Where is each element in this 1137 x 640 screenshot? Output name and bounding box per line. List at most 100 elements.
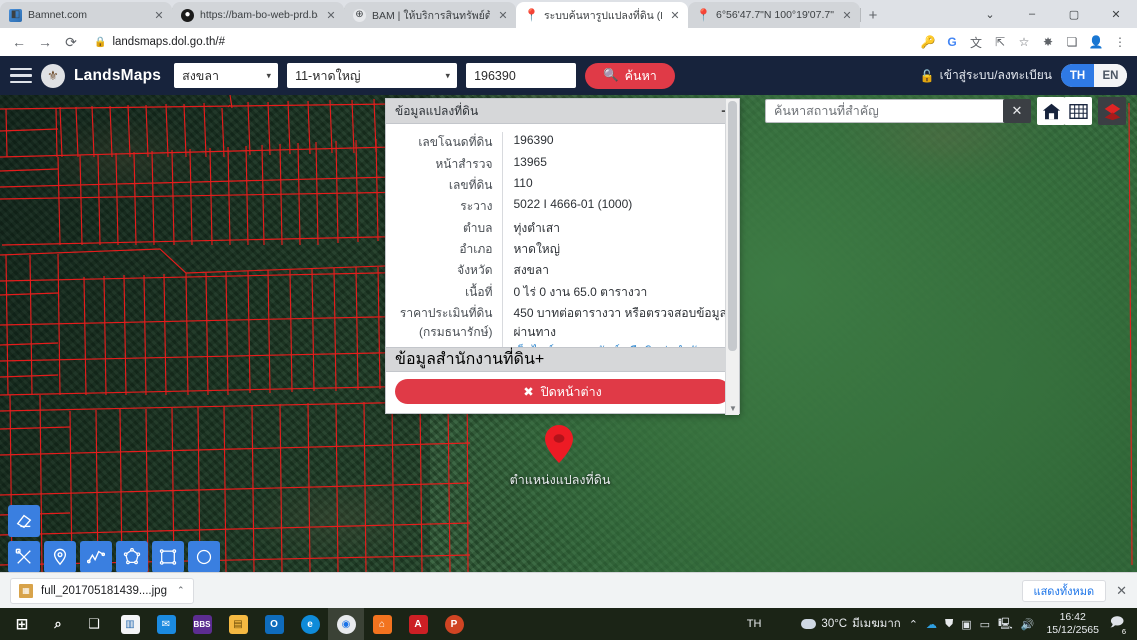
- circle-tool-button[interactable]: [188, 541, 220, 572]
- chrome-menu-icon[interactable]: ⋮: [1109, 31, 1131, 53]
- input-language-indicator[interactable]: TH: [747, 618, 762, 630]
- powerpoint-button[interactable]: P: [436, 608, 472, 640]
- store-button[interactable]: ▥: [112, 608, 148, 640]
- notification-center-button[interactable]: 🗩 6: [1107, 614, 1129, 636]
- map-layers-button[interactable]: [1098, 97, 1126, 125]
- chevron-down-icon: ▾: [445, 70, 451, 80]
- place-search-input[interactable]: ค้นหาสถานที่สำคัญ: [765, 99, 1018, 123]
- show-all-downloads-button[interactable]: แสดงทั้งหมด: [1021, 579, 1107, 602]
- sidepanel-icon[interactable]: ❏: [1061, 31, 1083, 53]
- chrome-icon: ◉: [336, 614, 356, 634]
- bookmark-star-icon[interactable]: ☆: [1013, 31, 1035, 53]
- home-icon: [1042, 103, 1060, 119]
- tab-title: https://bam-bo-web-prd.bam.co: [200, 9, 318, 21]
- security-alert-icon[interactable]: ⛊: [945, 618, 953, 631]
- weather-widget[interactable]: 30°C มีเมฆมาก: [801, 615, 901, 633]
- home-app-button[interactable]: ⌂: [364, 608, 400, 640]
- browser-tab-1[interactable]: ● https://bam-bo-web-prd.bam.co ✕: [172, 2, 345, 28]
- browser-tab-4[interactable]: 📍 6°56'47.7"N 100°19'07.7"E - Goo ✕: [688, 2, 861, 28]
- start-button[interactable]: ⊞: [4, 608, 40, 640]
- close-download-bar-icon[interactable]: ✕: [1116, 583, 1127, 599]
- panel-header[interactable]: ข้อมูลแปลงที่ดิน −: [386, 99, 739, 124]
- screenshot-icon[interactable]: ▣: [961, 618, 971, 631]
- scrollbar-thumb[interactable]: [728, 101, 737, 351]
- login-link[interactable]: 🔓 เข้าสู่ระบบ/ลงทะเบียน: [920, 66, 1052, 85]
- bbs-button[interactable]: BBS: [184, 608, 220, 640]
- polyline-tool-button[interactable]: [80, 541, 112, 572]
- chrome-button[interactable]: ◉: [328, 608, 364, 640]
- place-search-clear-button[interactable]: ✕: [1003, 99, 1031, 123]
- treasury-website-link[interactable]: เว็บไซต์กรมธนารักษ์ หรือติดต่อสำนักงานที…: [514, 342, 740, 347]
- forward-button[interactable]: →: [32, 29, 58, 55]
- measure-tool-button[interactable]: [8, 541, 40, 572]
- download-item[interactable]: ▦ full_201705181439....jpg ⌃: [10, 577, 194, 604]
- profile-avatar-icon[interactable]: 👤: [1085, 31, 1107, 53]
- acrobat-button[interactable]: A: [400, 608, 436, 640]
- reload-button[interactable]: ⟳: [58, 29, 84, 55]
- file-explorer-button[interactable]: ▤: [220, 608, 256, 640]
- map-home-button[interactable]: [1037, 97, 1065, 125]
- tab-close-icon[interactable]: ✕: [496, 8, 510, 22]
- chevron-up-icon[interactable]: ⌃: [177, 585, 185, 596]
- tab-close-icon[interactable]: ✕: [152, 8, 166, 22]
- close-window-button[interactable]: ✕: [1095, 0, 1137, 28]
- mail-button[interactable]: ✉: [148, 608, 184, 640]
- point-tool-button[interactable]: [44, 541, 76, 572]
- browser-tab-0[interactable]: ◧ Bamnet.com ✕: [0, 2, 173, 28]
- browser-tab-3-active[interactable]: 📍 ระบบค้นหารูปแปลงที่ดิน (LandsMaps ✕: [516, 2, 688, 28]
- share-icon[interactable]: ⇱: [989, 31, 1011, 53]
- google-icon[interactable]: G: [941, 31, 963, 53]
- browser-tab-2[interactable]: ⊕ BAM | ให้บริการสินทรัพย์ด้านอสังหาริ ✕: [344, 2, 516, 28]
- outlook-button[interactable]: O: [256, 608, 292, 640]
- chevron-up-icon[interactable]: ⌃: [909, 618, 918, 631]
- tab-close-icon[interactable]: ✕: [324, 8, 338, 22]
- network-icon[interactable]: 🖳: [998, 615, 1013, 634]
- lang-en-button[interactable]: EN: [1094, 64, 1127, 87]
- tab-favicon-black-drop-icon: ●: [181, 8, 194, 22]
- polygon-tool-button[interactable]: [116, 541, 148, 572]
- table-row: ระวาง 5022 I 4666-01 (1000): [386, 196, 739, 218]
- province-select[interactable]: สงขลา ▾: [174, 63, 279, 88]
- task-view-button[interactable]: ❑: [76, 608, 112, 640]
- price-label-line2: (กรมธนารักษ์): [419, 325, 493, 340]
- taskbar-clock[interactable]: 16:42 15/12/2565: [1046, 611, 1099, 637]
- hamburger-menu-icon[interactable]: [10, 67, 32, 84]
- taskbar-search-button[interactable]: ⌕: [40, 608, 76, 640]
- onedrive-icon[interactable]: ☁: [926, 618, 937, 631]
- back-button[interactable]: ←: [6, 29, 32, 55]
- row-value: ทุ่งตำเสา: [501, 217, 739, 239]
- battery-icon[interactable]: ▭: [980, 618, 990, 631]
- extensions-puzzle-icon[interactable]: ✸: [1037, 31, 1059, 53]
- volume-icon[interactable]: 🔊: [1021, 618, 1035, 631]
- row-value: 110: [501, 174, 739, 197]
- tab-close-icon[interactable]: ✕: [840, 8, 854, 22]
- row-label: เลขที่ดิน: [448, 177, 493, 192]
- translate-icon[interactable]: 文: [965, 31, 987, 53]
- new-tab-button[interactable]: +: [860, 2, 886, 28]
- task-view-icon: ❑: [88, 616, 100, 631]
- lang-th-button[interactable]: TH: [1061, 64, 1094, 87]
- edge-button[interactable]: e: [292, 608, 328, 640]
- tab-title: ระบบค้นหารูปแปลงที่ดิน (LandsMaps: [544, 9, 662, 22]
- password-key-icon[interactable]: 🔑: [917, 31, 939, 53]
- chevron-down-icon[interactable]: ▼: [726, 404, 740, 413]
- land-office-expand-button[interactable]: +: [535, 351, 544, 369]
- minimize-button[interactable]: –: [1011, 0, 1053, 28]
- district-select[interactable]: 11-หาดใหญ่ ▾: [287, 63, 458, 88]
- parcel-number-input[interactable]: 196390: [466, 63, 577, 88]
- close-window-button[interactable]: ✖ ปิดหน้าต่าง: [395, 379, 730, 404]
- tab-search-icon[interactable]: ⌄: [969, 0, 1011, 28]
- land-office-section-header[interactable]: ข้อมูลสำนักงานที่ดิน +: [386, 347, 739, 372]
- maximize-button[interactable]: ▢: [1053, 0, 1095, 28]
- polygon-icon: [123, 548, 141, 565]
- panel-scrollbar[interactable]: ▼: [725, 99, 739, 415]
- rectangle-tool-button[interactable]: [152, 541, 184, 572]
- search-button[interactable]: 🔍 ค้นหา: [585, 62, 675, 89]
- language-toggle[interactable]: TH EN: [1061, 64, 1127, 87]
- browser-toolbar-icons: 🔑 G 文 ⇱ ☆ ✸ ❏ 👤 ⋮: [917, 31, 1131, 53]
- eraser-tool-button[interactable]: [8, 505, 40, 537]
- row-label: เนื้อที่: [465, 284, 493, 299]
- tab-close-icon[interactable]: ✕: [668, 8, 682, 22]
- address-bar[interactable]: 🔒 landsmaps.dol.go.th/#: [84, 32, 917, 52]
- map-grid-button[interactable]: [1064, 97, 1092, 125]
